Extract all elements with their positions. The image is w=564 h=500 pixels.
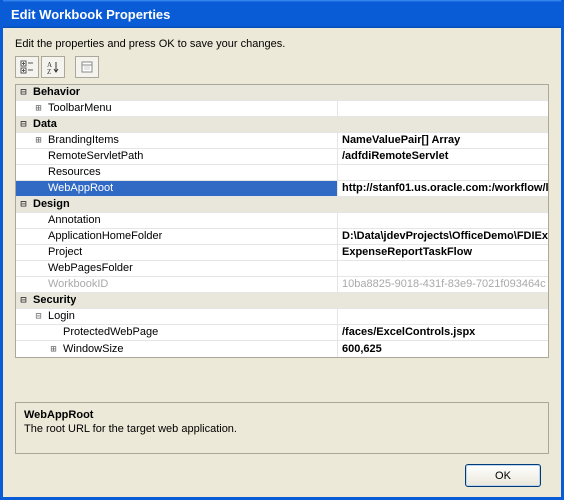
titlebar[interactable]: Edit Workbook Properties <box>3 0 561 28</box>
row-applicationhomefolder[interactable]: ApplicationHomeFolder D:\Data\jdevProjec… <box>16 229 548 245</box>
svg-text:Z: Z <box>47 68 51 74</box>
prop-name: Login <box>46 309 75 324</box>
pages-icon <box>80 60 94 74</box>
collapse-icon[interactable]: ⊟ <box>16 117 31 132</box>
row-toolbarmenu[interactable]: ⊞ToolbarMenu <box>16 101 548 117</box>
prop-name: Resources <box>46 165 101 180</box>
category-label: Data <box>31 117 57 132</box>
row-login[interactable]: ⊟Login <box>16 309 548 325</box>
row-protectedwebpage[interactable]: ProtectedWebPage /faces/ExcelControls.js… <box>16 325 548 341</box>
row-annotation[interactable]: Annotation <box>16 213 548 229</box>
collapse-icon[interactable]: ⊟ <box>16 293 31 308</box>
category-label: Behavior <box>31 85 80 100</box>
prop-value[interactable] <box>338 213 548 228</box>
category-label: Security <box>31 293 76 308</box>
prop-name: WebPagesFolder <box>46 261 133 276</box>
row-remoteservletpath[interactable]: RemoteServletPath /adfdiRemoteServlet <box>16 149 548 165</box>
prop-name: Annotation <box>46 213 101 228</box>
collapse-icon[interactable]: ⊟ <box>16 85 31 100</box>
property-pages-button[interactable] <box>75 56 99 78</box>
instruction-text: Edit the properties and press OK to save… <box>15 38 549 50</box>
prop-value: 10ba8825-9018-431f-83e9-7021f093464c <box>338 277 548 292</box>
prop-value[interactable] <box>338 309 548 324</box>
prop-value[interactable]: http://stanf01.us.oracle.com:/workflow/l <box>338 181 548 196</box>
row-resources[interactable]: Resources <box>16 165 548 181</box>
category-label: Design <box>31 197 70 212</box>
ok-button[interactable]: OK <box>465 464 541 487</box>
prop-value[interactable]: 600,625 <box>338 341 548 357</box>
prop-name: RemoteServletPath <box>46 149 143 164</box>
row-webapproot[interactable]: WebAppRoot http://stanf01.us.oracle.com:… <box>16 181 548 197</box>
expand-icon[interactable]: ⊞ <box>31 101 46 116</box>
dialog-window: Edit Workbook Properties Edit the proper… <box>0 0 564 500</box>
prop-value[interactable]: D:\Data\jdevProjects\OfficeDemo\FDIEx <box>338 229 548 244</box>
row-windowsize[interactable]: ⊞WindowSize 600,625 <box>16 341 548 357</box>
row-workbookid[interactable]: WorkbookID 10ba8825-9018-431f-83e9-7021f… <box>16 277 548 293</box>
window-title: Edit Workbook Properties <box>11 7 170 22</box>
prop-name: ToolbarMenu <box>46 101 112 116</box>
categorized-button[interactable] <box>15 56 39 78</box>
prop-value[interactable]: /faces/ExcelControls.jspx <box>338 325 548 340</box>
property-toolbar: A Z <box>15 56 549 78</box>
prop-name: WindowSize <box>61 342 124 357</box>
expand-icon[interactable]: ⊞ <box>31 133 46 148</box>
prop-value[interactable]: ExpenseReportTaskFlow <box>338 245 548 260</box>
category-design[interactable]: ⊟Design <box>16 197 548 213</box>
prop-name: Project <box>46 245 82 260</box>
prop-name: ProtectedWebPage <box>61 325 158 340</box>
button-bar: OK <box>15 454 549 497</box>
row-brandingitems[interactable]: ⊞BrandingItems NameValuePair[] Array <box>16 133 548 149</box>
description-panel: WebAppRoot The root URL for the target w… <box>15 402 549 454</box>
category-behavior[interactable]: ⊟Behavior <box>16 85 548 101</box>
collapse-icon[interactable]: ⊟ <box>16 197 31 212</box>
prop-name: ApplicationHomeFolder <box>46 229 162 244</box>
prop-name: WebAppRoot <box>46 181 113 196</box>
category-security[interactable]: ⊟Security <box>16 293 548 309</box>
prop-name: WorkbookID <box>46 277 108 292</box>
prop-value[interactable]: NameValuePair[] Array <box>338 133 548 148</box>
row-webpagesfolder[interactable]: WebPagesFolder <box>16 261 548 277</box>
prop-value[interactable] <box>338 165 548 180</box>
dialog-content: Edit the properties and press OK to save… <box>3 28 561 497</box>
prop-name: BrandingItems <box>46 133 119 148</box>
collapse-icon[interactable]: ⊟ <box>31 309 46 324</box>
description-text: The root URL for the target web applicat… <box>24 423 540 435</box>
categorized-icon <box>20 60 34 74</box>
property-grid[interactable]: ⊟Behavior ⊞ToolbarMenu ⊟Data ⊞BrandingIt… <box>15 84 549 358</box>
prop-value[interactable] <box>338 101 548 116</box>
description-title: WebAppRoot <box>24 409 540 421</box>
prop-value[interactable] <box>338 261 548 276</box>
category-data[interactable]: ⊟Data <box>16 117 548 133</box>
alphabetical-button[interactable]: A Z <box>41 56 65 78</box>
prop-value[interactable]: /adfdiRemoteServlet <box>338 149 548 164</box>
row-project[interactable]: Project ExpenseReportTaskFlow <box>16 245 548 261</box>
sort-az-icon: A Z <box>46 60 60 74</box>
expand-icon[interactable]: ⊞ <box>46 342 61 357</box>
